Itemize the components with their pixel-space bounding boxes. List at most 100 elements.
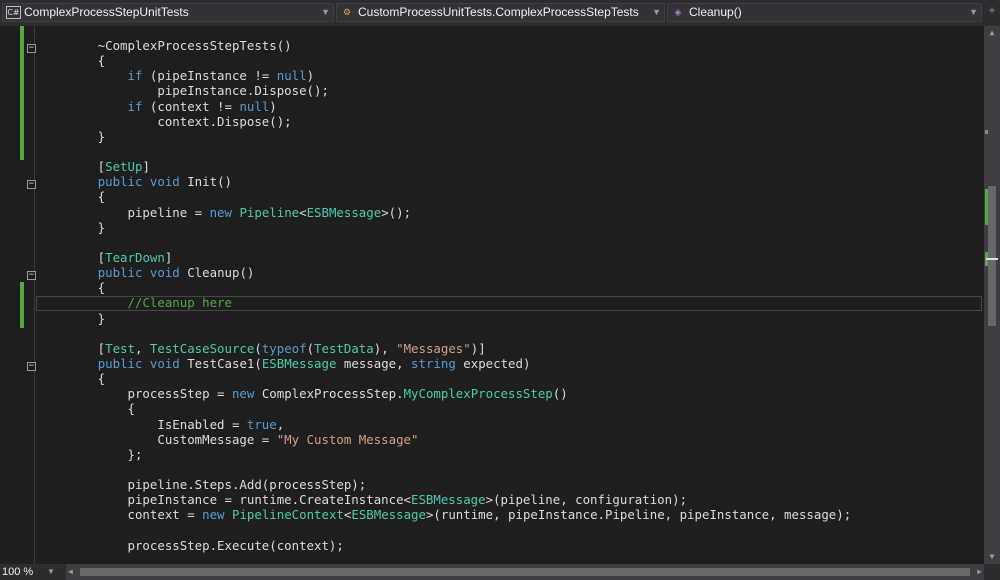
member-dropdown[interactable]: ◈ Cleanup() ▼ — [667, 3, 982, 22]
horizontal-scrollbar[interactable]: ◀ ▶ — [66, 564, 984, 580]
code-line[interactable]: ​ — [38, 326, 851, 341]
code-editor[interactable]: − − − − ~ComplexProcessStepTests() { if … — [0, 26, 984, 564]
code-line[interactable]: { — [38, 371, 851, 386]
code-token: pipeInstance.Dispose(); — [38, 83, 329, 99]
type-token: SetUp — [105, 159, 143, 175]
code-line[interactable]: //Cleanup here — [38, 295, 851, 310]
keyword-token: typeof — [261, 340, 307, 356]
code-token: pipeInstance = runtime.CreateInstance< — [38, 492, 411, 508]
code-line[interactable]: { — [38, 53, 851, 68]
scrollbar-thumb[interactable] — [988, 186, 996, 326]
code-text[interactable]: ~ComplexProcessStepTests() { if (pipeIns… — [38, 38, 852, 553]
code-line[interactable]: pipeline.Steps.Add(processStep); — [38, 477, 851, 492]
outlining-margin — [34, 26, 35, 564]
code-line[interactable]: context.Dispose(); — [38, 114, 851, 129]
method-icon: ◈ — [674, 7, 682, 17]
keyword-token: void — [149, 174, 180, 190]
code-line[interactable]: [TearDown] — [38, 250, 851, 265]
chevron-down-icon: ▼ — [652, 7, 661, 17]
code-line[interactable]: ​ — [38, 235, 851, 250]
code-token: pipeline.Steps.Add(processStep); — [38, 477, 367, 493]
code-line[interactable]: } — [38, 220, 851, 235]
code-token: { — [38, 189, 106, 205]
type-token: TestData — [314, 340, 374, 356]
code-line[interactable]: } — [38, 129, 851, 144]
scrollbar-corner — [984, 564, 1000, 580]
code-line[interactable]: { — [38, 401, 851, 416]
code-token: IsEnabled = — [38, 416, 247, 432]
keyword-token: new — [209, 204, 232, 220]
comment-token: //Cleanup here — [127, 295, 232, 311]
code-line[interactable]: ~ComplexProcessStepTests() — [38, 38, 851, 53]
code-line[interactable]: if (context != null) — [38, 99, 851, 114]
code-token: { — [38, 401, 135, 417]
scroll-left-icon[interactable]: ◀ — [68, 564, 73, 580]
change-marker — [985, 130, 988, 134]
code-line[interactable]: public void Cleanup() — [38, 265, 851, 280]
string-token: "Messages" — [396, 340, 471, 356]
scrollbar-thumb[interactable] — [80, 568, 970, 576]
scroll-up-icon[interactable]: ▲ — [984, 26, 1000, 40]
code-token: { — [38, 53, 106, 69]
scroll-right-icon[interactable]: ▶ — [977, 564, 982, 580]
collapse-icon[interactable]: − — [27, 180, 36, 189]
caret-position-marker — [986, 258, 998, 260]
code-token: }; — [38, 446, 143, 462]
code-line[interactable]: ​ — [38, 462, 851, 477]
code-token: ] — [142, 159, 150, 175]
code-token: [ — [38, 340, 106, 356]
code-line[interactable]: ​ — [38, 523, 851, 538]
keyword-token: string — [411, 355, 456, 371]
code-line[interactable]: }; — [38, 447, 851, 462]
keyword-token: public — [97, 174, 143, 190]
type-token: ESBMessage — [351, 507, 426, 523]
zoom-dropdown[interactable]: 100 % ▼ — [2, 564, 64, 580]
code-line[interactable]: pipeInstance = runtime.CreateInstance<ES… — [38, 492, 851, 507]
code-line[interactable]: if (pipeInstance != null) — [38, 68, 851, 83]
type-token: Pipeline — [239, 204, 300, 220]
editor-bottom-bar: 100 % ▼ ◀ ▶ — [0, 564, 1000, 580]
member-label: Cleanup() — [689, 5, 742, 19]
code-line[interactable]: CustomMessage = "My Custom Message" — [38, 432, 851, 447]
code-line[interactable]: { — [38, 189, 851, 204]
code-line[interactable]: pipeline = new Pipeline<ESBMessage>(); — [38, 205, 851, 220]
code-line[interactable]: } — [38, 311, 851, 326]
code-token: } — [38, 219, 106, 235]
code-token: processStep = — [38, 386, 232, 402]
project-dropdown[interactable]: C# ComplexProcessStepUnitTests ▼ — [2, 3, 334, 22]
code-line[interactable]: pipeInstance.Dispose(); — [38, 83, 851, 98]
code-line[interactable]: public void TestCase1(ESBMessage message… — [38, 356, 851, 371]
code-line[interactable]: ​ — [38, 144, 851, 159]
scroll-down-icon[interactable]: ▼ — [984, 550, 1000, 564]
code-token: TestCase1( — [179, 355, 262, 371]
collapse-icon[interactable]: − — [27, 362, 36, 371]
code-line[interactable]: processStep = new ComplexProcessStep.MyC… — [38, 386, 851, 401]
code-token: ( — [306, 340, 315, 356]
code-token: } — [38, 128, 106, 144]
keyword-token: void — [149, 265, 180, 281]
code-token: CustomMessage = — [38, 431, 277, 447]
type-token: ESBMessage — [261, 355, 337, 371]
code-line[interactable]: context = new PipelineContext<ESBMessage… — [38, 507, 852, 523]
code-line[interactable]: { — [38, 280, 851, 295]
code-line[interactable]: public void Init() — [38, 174, 851, 189]
code-line[interactable]: processStep.Execute(context); — [38, 538, 851, 553]
code-token: ) — [306, 68, 315, 84]
type-dropdown[interactable]: ⚙ CustomProcessUnitTests.ComplexProcessS… — [336, 3, 665, 22]
code-line[interactable]: [Test, TestCaseSource(typeof(TestData), … — [38, 341, 851, 356]
code-token: (pipeInstance != — [142, 68, 277, 84]
split-window-button[interactable]: ✛ — [986, 5, 998, 21]
collapse-icon[interactable]: − — [27, 271, 36, 280]
vertical-scrollbar[interactable]: ▲ ▼ — [984, 26, 1000, 564]
code-token: [ — [38, 249, 106, 265]
code-token: Cleanup() — [179, 265, 255, 281]
zoom-level: 100 % — [2, 566, 34, 578]
code-token: { — [38, 280, 106, 296]
code-line[interactable]: IsEnabled = true, — [38, 417, 851, 432]
collapse-icon[interactable]: − — [27, 44, 36, 53]
code-line[interactable]: [SetUp] — [38, 159, 851, 174]
